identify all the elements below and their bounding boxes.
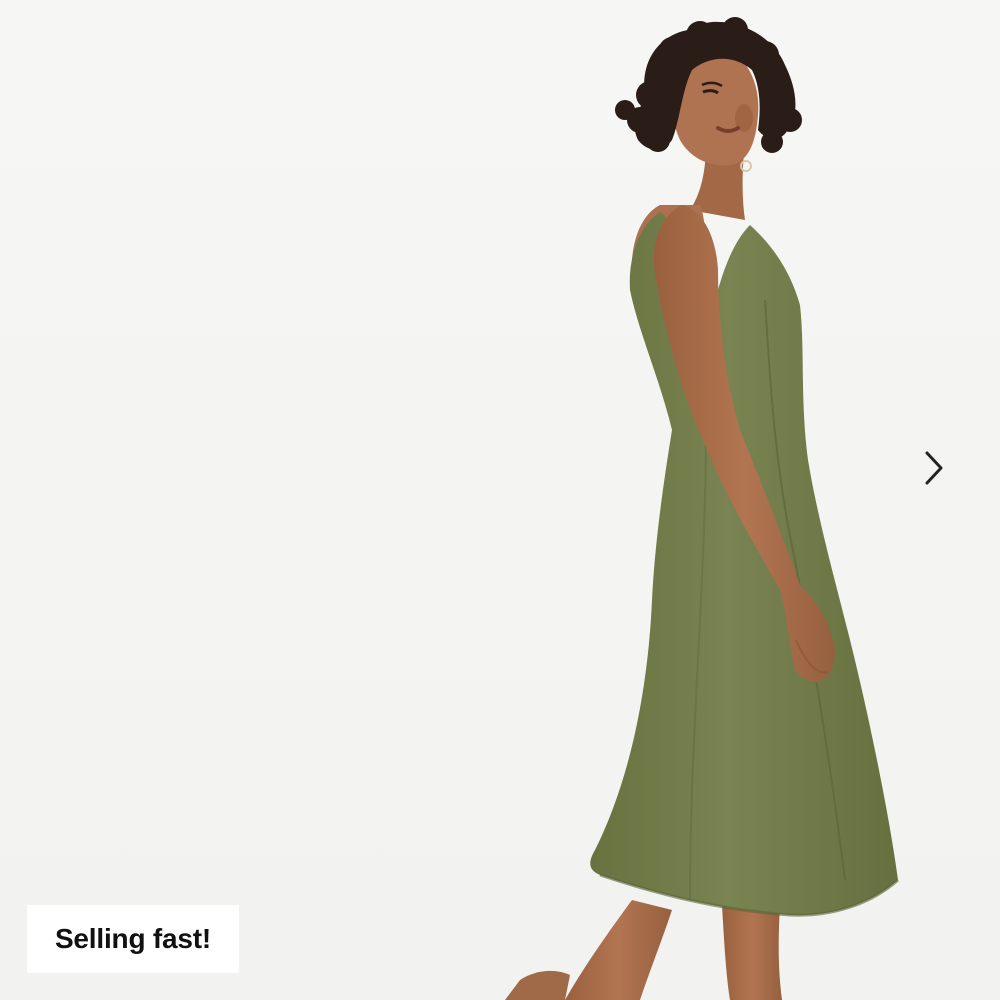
back-leg bbox=[565, 900, 672, 1000]
selling-fast-badge: Selling fast! bbox=[27, 905, 239, 973]
chevron-right-icon bbox=[925, 451, 943, 485]
next-image-button[interactable] bbox=[912, 446, 956, 490]
ankle-left bbox=[505, 970, 570, 1000]
product-photo bbox=[505, 17, 899, 1000]
dress bbox=[590, 212, 898, 916]
product-image-carousel: Selling fast! bbox=[0, 0, 1000, 1000]
badge-label: Selling fast! bbox=[54, 923, 212, 954]
front-leg bbox=[722, 905, 782, 1000]
